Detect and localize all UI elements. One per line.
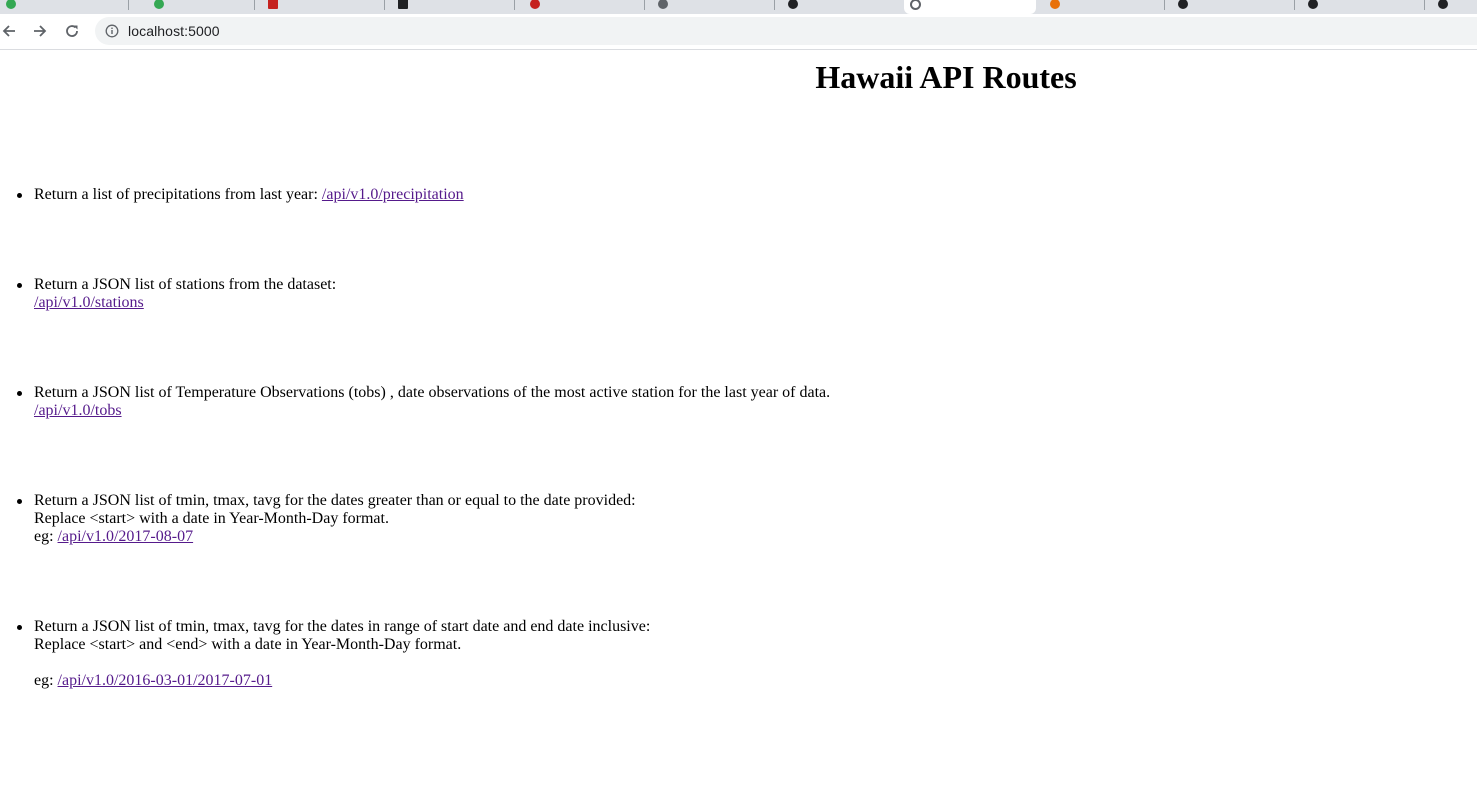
forward-button[interactable]: [27, 18, 53, 44]
back-button[interactable]: [0, 18, 22, 44]
route-description: Return a list of precipitations from las…: [34, 186, 322, 203]
start-end-date-link[interactable]: /api/v1.0/2016-03-01/2017-07-01: [58, 672, 273, 689]
list-bullet: [17, 499, 22, 504]
site-info-icon[interactable]: [105, 24, 119, 38]
route-note: Replace <start> and <end> with a date in…: [34, 636, 462, 653]
favicon-icon: [910, 0, 921, 10]
route-description: Return a JSON list of tmin, tmax, tavg f…: [34, 492, 636, 509]
browser-tab[interactable]: [1172, 0, 1294, 14]
browser-tab[interactable]: [1302, 0, 1424, 14]
list-bullet: [17, 283, 22, 288]
address-bar[interactable]: localhost:5000: [95, 17, 1477, 45]
tab-separator: [1424, 0, 1425, 10]
list-bullet: [17, 193, 22, 198]
tab-separator: [1164, 0, 1165, 10]
route-item-stations: Return a JSON list of stations from the …: [17, 276, 337, 312]
tab-strip: [0, 0, 1477, 14]
favicon-icon: [268, 0, 278, 9]
url-text[interactable]: localhost:5000: [128, 23, 220, 39]
browser-tab-active[interactable]: [904, 0, 1036, 14]
favicon-icon: [398, 0, 408, 9]
forward-arrow-icon: [34, 25, 47, 37]
route-item-start: Return a JSON list of tmin, tmax, tavg f…: [17, 492, 636, 546]
tab-separator: [384, 0, 385, 10]
route-item-precipitation: Return a list of precipitations from las…: [17, 186, 464, 204]
browser-tab[interactable]: [392, 0, 514, 14]
list-bullet: [17, 625, 22, 630]
precipitation-link[interactable]: /api/v1.0/precipitation: [322, 186, 464, 203]
browser-tab[interactable]: [262, 0, 384, 14]
browser-tab[interactable]: [524, 0, 644, 14]
favicon-icon: [530, 0, 540, 9]
tab-separator: [644, 0, 645, 10]
browser-tab[interactable]: [1432, 0, 1477, 14]
favicon-icon: [1438, 0, 1448, 9]
reload-icon: [66, 25, 78, 37]
favicon-icon: [1178, 0, 1188, 9]
favicon-icon: [154, 0, 164, 9]
example-label: eg:: [34, 528, 58, 545]
back-arrow-icon: [2, 25, 15, 37]
page-title: Hawaii API Routes: [815, 59, 1077, 95]
route-description: Return a JSON list of tmin, tmax, tavg f…: [34, 618, 651, 635]
reload-button[interactable]: [59, 18, 85, 44]
tab-separator: [254, 0, 255, 10]
tab-separator: [128, 0, 129, 10]
favicon-icon: [6, 0, 16, 9]
favicon-icon: [1050, 0, 1060, 9]
route-note: Replace <start> with a date in Year-Mont…: [34, 510, 389, 527]
browser-toolbar: localhost:5000: [0, 14, 1477, 50]
browser-tab[interactable]: [1044, 0, 1164, 14]
tab-separator: [1294, 0, 1295, 10]
stations-link[interactable]: /api/v1.0/stations: [34, 294, 144, 311]
route-item-tobs: Return a JSON list of Temperature Observ…: [17, 384, 831, 420]
tab-separator: [774, 0, 775, 10]
example-label: eg:: [34, 672, 58, 689]
favicon-icon: [658, 0, 668, 9]
route-item-start-end: Return a JSON list of tmin, tmax, tavg f…: [17, 618, 651, 690]
route-description: Return a JSON list of Temperature Observ…: [34, 384, 831, 401]
start-date-link[interactable]: /api/v1.0/2017-08-07: [58, 528, 194, 545]
route-description: Return a JSON list of stations from the …: [34, 276, 337, 293]
list-bullet: [17, 391, 22, 396]
page-content: Hawaii API Routes Return a list of preci…: [0, 50, 1477, 803]
browser-tab[interactable]: [652, 0, 774, 14]
browser-tab[interactable]: [782, 0, 904, 14]
browser-tab[interactable]: [148, 0, 254, 14]
tobs-link[interactable]: /api/v1.0/tobs: [34, 402, 122, 419]
favicon-icon: [788, 0, 798, 9]
browser-tab[interactable]: [0, 0, 128, 14]
favicon-icon: [1308, 0, 1318, 9]
tab-separator: [514, 0, 515, 10]
